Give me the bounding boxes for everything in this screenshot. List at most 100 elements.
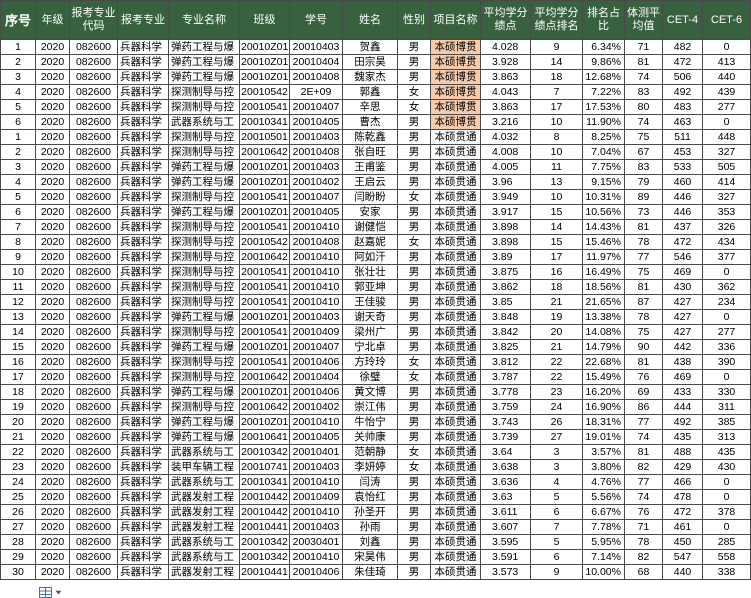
cell-class[interactable]: 20010501 [240,130,290,145]
cell-rank-ratio[interactable]: 13.38% [583,310,625,325]
cell-gender[interactable]: 男 [398,340,431,355]
cell-major-name[interactable]: 武器发射工程 [169,520,240,535]
cell-grade[interactable]: 2020 [36,40,70,55]
cell-applied-major[interactable]: 兵器科学 [118,115,169,130]
cell-cet6[interactable]: 234 [703,295,751,310]
cell-gpa[interactable]: 3.743 [481,415,531,430]
cell-gpa-rank[interactable]: 9 [531,40,583,55]
cell-seq[interactable]: 23 [0,460,36,475]
cell-cet6[interactable]: 0 [703,40,751,55]
cell-applied-major[interactable]: 兵器科学 [118,40,169,55]
cell-fitness-avg[interactable]: 75 [625,265,663,280]
cell-name[interactable]: 黄文博 [343,385,398,400]
cell-class[interactable]: 20010341 [240,115,290,130]
cell-rank-ratio[interactable]: 19.01% [583,430,625,445]
cell-project[interactable]: 本硕贯通 [431,490,481,505]
header-major-code[interactable]: 报考专业代码 [70,0,118,40]
cell-rank-ratio[interactable]: 17.53% [583,100,625,115]
cell-class[interactable]: 20010341 [240,475,290,490]
cell-cet4[interactable]: 429 [663,460,703,475]
cell-grade[interactable]: 2020 [36,130,70,145]
cell-major-name[interactable]: 武器发射工程 [169,565,240,580]
cell-fitness-avg[interactable]: 79 [625,175,663,190]
cell-grade[interactable]: 2020 [36,70,70,85]
cell-rank-ratio[interactable]: 9.86% [583,55,625,70]
cell-name[interactable]: 闫涛 [343,475,398,490]
cell-student-id[interactable]: 20010410 [290,250,343,265]
header-fitness-avg[interactable]: 体测平均值 [625,0,663,40]
cell-major-name[interactable]: 武器系统与工 [169,550,240,565]
cell-seq[interactable]: 18 [0,385,36,400]
cell-fitness-avg[interactable]: 81 [625,55,663,70]
cell-gender[interactable]: 男 [398,385,431,400]
cell-seq[interactable]: 14 [0,325,36,340]
cell-major-name[interactable]: 探测制导与控 [169,355,240,370]
cell-cet6[interactable]: 336 [703,340,751,355]
cell-grade[interactable]: 2020 [36,190,70,205]
cell-major-code[interactable]: 082600 [70,505,118,520]
cell-gpa[interactable]: 4.032 [481,130,531,145]
cell-gpa[interactable]: 3.778 [481,385,531,400]
cell-project[interactable]: 本硕贯通 [431,520,481,535]
cell-cet4[interactable]: 547 [663,550,703,565]
cell-cet6[interactable]: 0 [703,265,751,280]
cell-gpa-rank[interactable]: 10 [531,190,583,205]
cell-name[interactable]: 牛怡宁 [343,415,398,430]
cell-gpa[interactable]: 3.863 [481,70,531,85]
cell-applied-major[interactable]: 兵器科学 [118,340,169,355]
cell-cet4[interactable]: 444 [663,400,703,415]
cell-cet4[interactable]: 478 [663,490,703,505]
cell-applied-major[interactable]: 兵器科学 [118,400,169,415]
cell-seq[interactable]: 29 [0,550,36,565]
cell-gpa-rank[interactable]: 11 [531,160,583,175]
cell-gpa[interactable]: 3.85 [481,295,531,310]
cell-cet4[interactable]: 427 [663,295,703,310]
cell-rank-ratio[interactable]: 11.97% [583,250,625,265]
cell-gpa-rank[interactable]: 7 [531,85,583,100]
cell-fitness-avg[interactable]: 81 [625,280,663,295]
cell-cet6[interactable]: 330 [703,385,751,400]
cell-major-name[interactable]: 探测制导与控 [169,280,240,295]
cell-gpa[interactable]: 3.636 [481,475,531,490]
cell-project[interactable]: 本硕贯通 [431,370,481,385]
cell-cet6[interactable]: 377 [703,250,751,265]
cell-gender[interactable]: 男 [398,115,431,130]
cell-student-id[interactable]: 20030401 [290,535,343,550]
cell-gender[interactable]: 男 [398,325,431,340]
cell-fitness-avg[interactable]: 83 [625,160,663,175]
cell-cet6[interactable]: 327 [703,190,751,205]
cell-project[interactable]: 本硕贯通 [431,415,481,430]
cell-seq[interactable]: 21 [0,430,36,445]
cell-gender[interactable]: 男 [398,145,431,160]
cell-major-code[interactable]: 082600 [70,250,118,265]
cell-student-id[interactable]: 20010404 [290,55,343,70]
cell-student-id[interactable]: 20010407 [290,100,343,115]
cell-rank-ratio[interactable]: 16.49% [583,265,625,280]
cell-project[interactable]: 本硕贯通 [431,445,481,460]
cell-name[interactable]: 魏家杰 [343,70,398,85]
cell-cet4[interactable]: 466 [663,475,703,490]
cell-cet4[interactable]: 463 [663,115,703,130]
cell-project[interactable]: 本硕贯通 [431,190,481,205]
cell-class[interactable]: 20010Z01 [240,205,290,220]
cell-gpa[interactable]: 3.96 [481,175,531,190]
cell-major-name[interactable]: 弹药工程与爆 [169,55,240,70]
cell-major-code[interactable]: 082600 [70,430,118,445]
cell-gpa[interactable]: 3.875 [481,265,531,280]
cell-seq[interactable]: 8 [0,235,36,250]
cell-seq[interactable]: 25 [0,490,36,505]
cell-fitness-avg[interactable]: 83 [625,85,663,100]
cell-gpa-rank[interactable]: 5 [531,535,583,550]
cell-cet6[interactable]: 362 [703,280,751,295]
cell-applied-major[interactable]: 兵器科学 [118,565,169,580]
cell-class[interactable]: 20010541 [240,280,290,295]
cell-name[interactable]: 崇江伟 [343,400,398,415]
cell-cet4[interactable]: 438 [663,355,703,370]
cell-cet4[interactable]: 450 [663,535,703,550]
cell-cet4[interactable]: 440 [663,565,703,580]
cell-cet4[interactable]: 506 [663,70,703,85]
cell-name[interactable]: 阿如汗 [343,250,398,265]
cell-gpa-rank[interactable]: 7 [531,520,583,535]
cell-fitness-avg[interactable]: 81 [625,220,663,235]
cell-seq[interactable]: 2 [0,55,36,70]
